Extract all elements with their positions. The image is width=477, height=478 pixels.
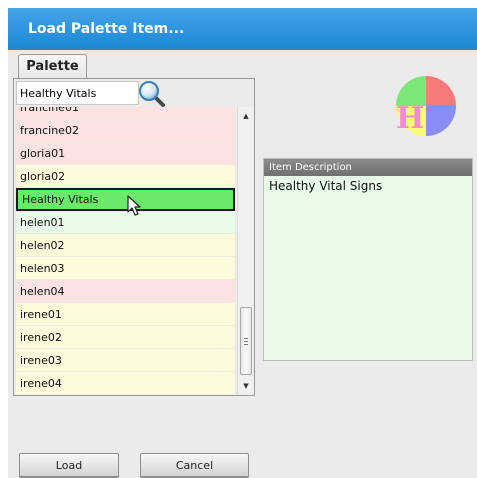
- dialog-title: Load Palette Item...: [8, 8, 477, 50]
- item-description-panel: Item Description Healthy Vital Signs: [263, 158, 473, 361]
- list-item[interactable]: helen03: [16, 257, 235, 280]
- cancel-button[interactable]: Cancel: [140, 453, 249, 478]
- search-input[interactable]: [16, 81, 139, 105]
- list-item[interactable]: irene04: [16, 372, 235, 395]
- load-button[interactable]: Load: [19, 453, 119, 478]
- scroll-thumb[interactable]: [240, 307, 252, 375]
- logo-quadrant-blue: [426, 106, 456, 136]
- search-icon[interactable]: [136, 79, 166, 107]
- grip-icon: [244, 338, 248, 345]
- palette-list[interactable]: francine01 francine02 gloria01 gloria02 Heal…: [16, 107, 235, 395]
- list-item[interactable]: gloria01: [16, 142, 235, 165]
- logo-letter: H: [396, 101, 425, 136]
- list-item[interactable]: francine01: [16, 107, 235, 119]
- list-item[interactable]: gloria02: [16, 165, 235, 188]
- item-description-text: Healthy Vital Signs: [269, 179, 383, 193]
- palette-logo: H: [394, 74, 458, 138]
- logo-quadrant-red: [426, 76, 456, 106]
- item-description-header: Item Description: [264, 159, 472, 176]
- list-item[interactable]: irene03: [16, 349, 235, 372]
- list-item[interactable]: irene01: [16, 303, 235, 326]
- list-item[interactable]: francine02: [16, 119, 235, 142]
- list-item[interactable]: helen01: [16, 211, 235, 234]
- load-palette-dialog: Load Palette Item... Palette francine01f…: [8, 8, 477, 478]
- list-item[interactable]: irene02: [16, 326, 235, 349]
- tab-palette[interactable]: Palette: [18, 54, 87, 80]
- list-item[interactable]: helen02: [16, 234, 235, 257]
- scroll-down-icon[interactable]: ▼: [238, 377, 254, 395]
- scroll-up-icon[interactable]: ▲: [238, 107, 254, 125]
- list-scrollbar[interactable]: ▲ ▼: [237, 107, 253, 395]
- palette-panel: francine01francine02gloria01gloria02Heal…: [13, 78, 255, 396]
- list-item-selected[interactable]: Healthy Vitals: [16, 188, 235, 211]
- list-item[interactable]: helen04: [16, 280, 235, 303]
